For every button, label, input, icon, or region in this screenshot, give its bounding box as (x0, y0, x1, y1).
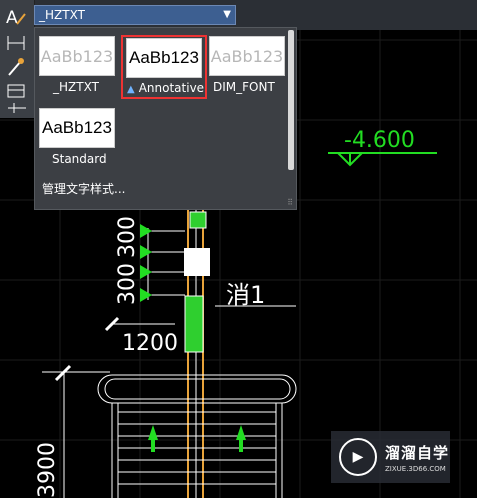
dim-ticks (140, 228, 185, 300)
watermark: ▶ 溜溜自学 ZIXUE.3D66.COM (331, 431, 450, 483)
dim-arrows (140, 224, 152, 302)
dim-300-bottom: 300 (115, 263, 140, 305)
dim-1200: 1200 (122, 331, 178, 356)
style-name: _HZTXT (53, 80, 99, 94)
table-tool-icon[interactable] (5, 80, 27, 102)
style-name: Annotative (138, 81, 205, 95)
style-preview: AaBb123 (210, 46, 284, 66)
annotative-icon: ▲ (127, 84, 135, 95)
dimension-tool-icon[interactable] (5, 32, 27, 54)
watermark-url: ZIXUE.3D66.COM (385, 464, 446, 473)
stair-outline (97, 374, 297, 498)
style-name: Standard (52, 152, 107, 166)
style-name: DIM_FONT (213, 80, 275, 94)
dim-300-top: 300 (115, 216, 140, 258)
style-tile-annotative[interactable]: AaBb123 (126, 38, 202, 78)
text-style-gallery: AaBb123 _HZTXT AaBb123 ▲ Annotative AaBb1… (34, 27, 297, 210)
chevron-down-icon[interactable]: ▼ (223, 6, 231, 24)
text-style-combo[interactable]: _HZTXT ▼ (34, 5, 236, 25)
svg-text:A: A (6, 8, 18, 28)
style-tile-hztxt[interactable]: AaBb123 (39, 36, 115, 76)
play-logo-icon: ▶ (339, 438, 377, 476)
elevation-label: -4.600 (344, 128, 415, 153)
style-preview: AaBb123 (42, 118, 112, 137)
dim-3900: 3900 (35, 442, 60, 498)
manage-text-styles-link[interactable]: 管理文字样式... (42, 180, 125, 197)
style-preview: AaBb123 (40, 46, 114, 66)
watermark-title: 溜溜自学 (385, 443, 450, 462)
text-tool-icon[interactable]: A (5, 6, 27, 28)
elevation-mark (328, 152, 437, 167)
resize-grip-icon[interactable]: ⠿ (287, 198, 293, 207)
label-xiao: 消1 (226, 281, 265, 309)
style-preview: AaBb123 (129, 48, 199, 67)
markup-icon[interactable] (6, 100, 28, 116)
style-tile-standard[interactable]: AaBb123 (39, 108, 115, 148)
leader-tool-icon[interactable] (5, 56, 27, 78)
text-style-value: _HZTXT (39, 8, 85, 22)
style-tile-dim-font[interactable]: AaBb123 (209, 36, 285, 76)
column-structure (184, 210, 210, 498)
gallery-scrollbar[interactable] (288, 30, 294, 170)
